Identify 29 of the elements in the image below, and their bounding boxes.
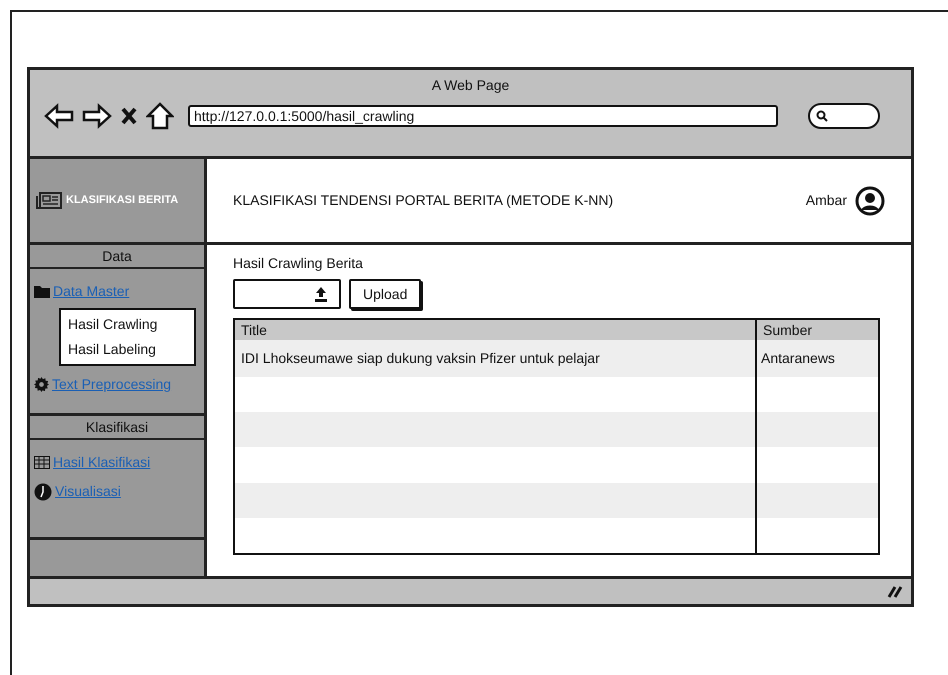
column-header: Sumber	[762, 321, 814, 340]
close-icon[interactable]	[120, 106, 138, 126]
file-input[interactable]	[233, 279, 341, 309]
forward-icon[interactable]	[82, 103, 112, 129]
upload-button[interactable]: Upload	[349, 279, 422, 309]
upload-icon	[313, 286, 329, 302]
submenu-item[interactable]: Hasil Labeling	[68, 337, 187, 362]
user-name: Ambar	[806, 191, 847, 210]
search-field[interactable]	[808, 103, 880, 129]
folder-icon	[34, 285, 50, 298]
resize-grip-icon[interactable]	[887, 584, 903, 598]
settings-icon	[34, 377, 49, 392]
newspaper-icon	[36, 192, 62, 209]
brand-title: KLASIFIKASI BERITA	[66, 193, 178, 208]
table-cell-text: Antaranews	[760, 349, 836, 368]
back-icon[interactable]	[44, 103, 74, 129]
page-title: KLASIFIKASI TENDENSI PORTAL BERITA (METODE K-NN)	[233, 191, 614, 210]
url-field[interactable]: http://127.0.0.1:5000/hasil_crawling	[188, 105, 778, 127]
home-icon[interactable]	[146, 102, 174, 130]
table-row[interactable]: IDI Lhokseumawe siap dukung vaksin Pfizer untuk pelajar Antaranews	[235, 340, 878, 377]
section-header: Klasifikasi	[30, 416, 204, 440]
section-header: Data	[30, 245, 204, 269]
table-icon	[34, 456, 50, 469]
window-title: A Web Page	[432, 76, 510, 95]
submenu-item[interactable]: Hasil Crawling	[68, 312, 187, 337]
section-heading: Hasil Crawling Berita	[233, 254, 364, 273]
pie-chart-icon	[34, 482, 52, 500]
search-icon	[816, 110, 828, 122]
user-icon[interactable]	[855, 186, 885, 216]
